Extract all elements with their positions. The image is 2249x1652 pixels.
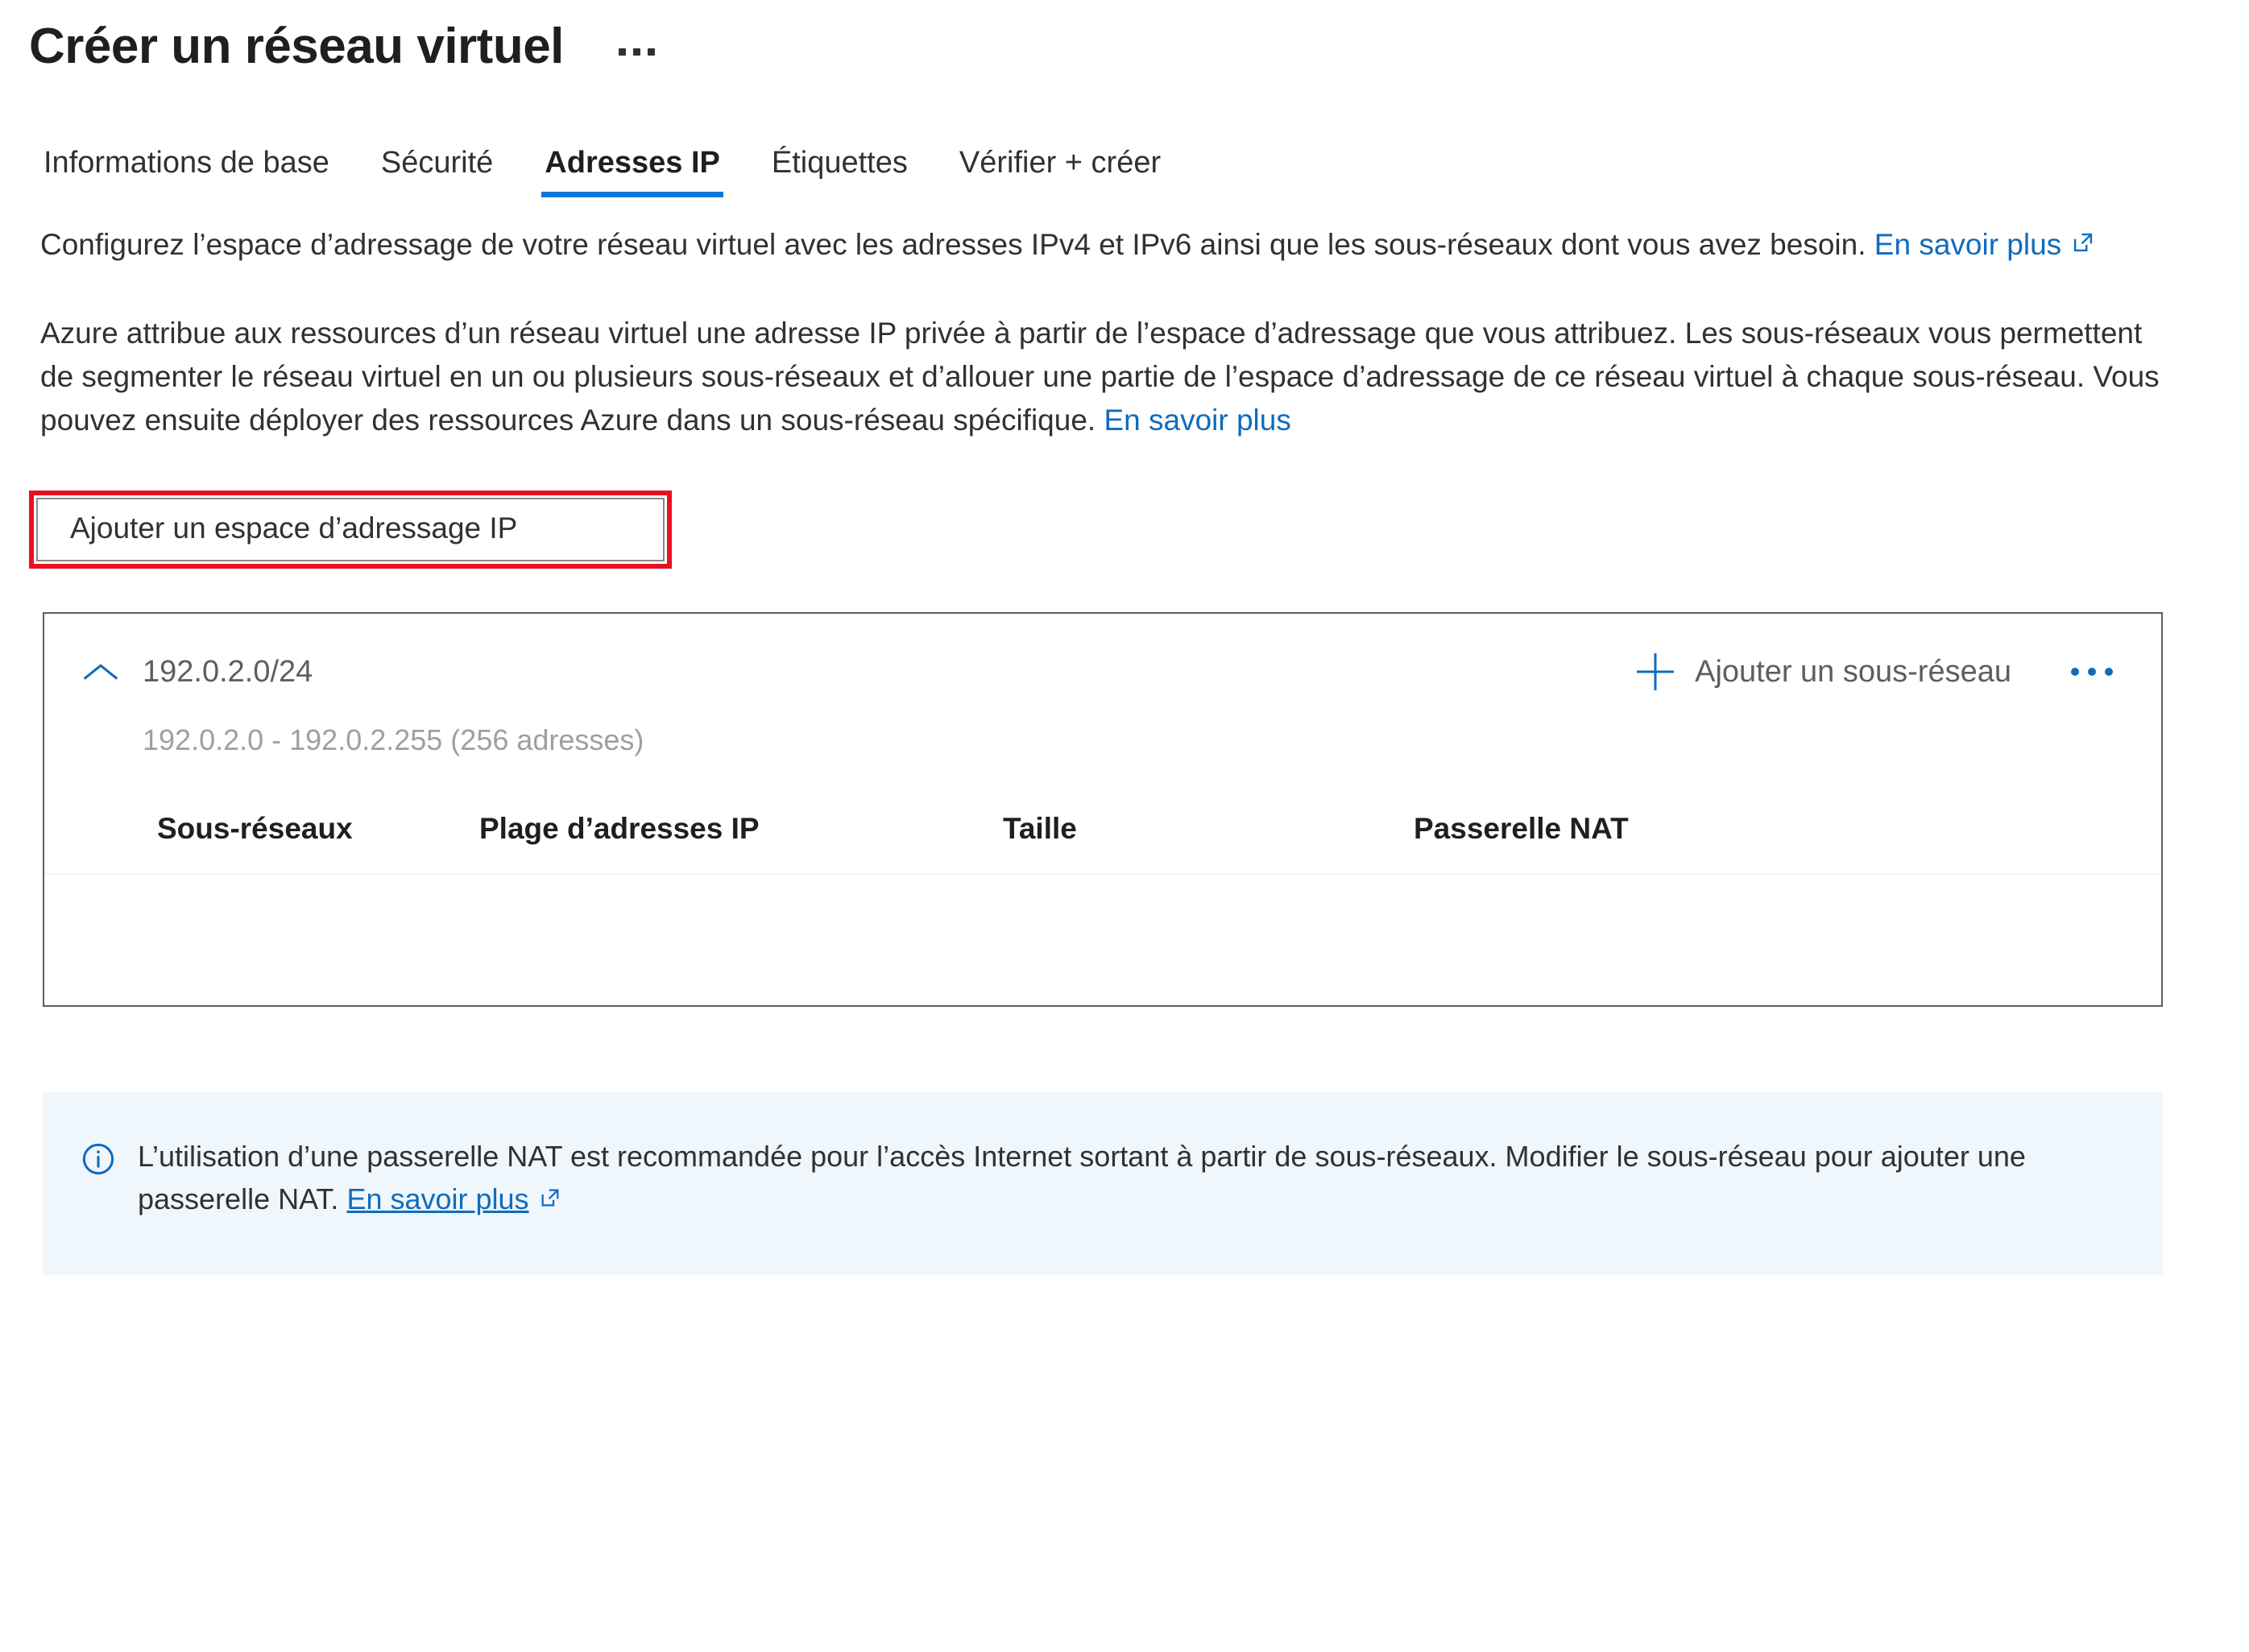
intro-paragraph-1: Configurez l’espace d’adressage de votre… bbox=[40, 223, 2167, 268]
ellipsis-icon[interactable] bbox=[614, 40, 660, 64]
learn-more-link-2[interactable]: En savoir plus bbox=[1104, 404, 1290, 437]
add-address-space-button[interactable]: Ajouter un espace d’adressage IP bbox=[36, 498, 665, 562]
column-header-sous-reseaux[interactable]: Sous-réseaux bbox=[44, 812, 479, 876]
tab-panel-adresses-ip: Configurez l’espace d’adressage de votre… bbox=[0, 223, 2249, 1276]
tab-informations-de-base[interactable]: Informations de base bbox=[18, 147, 355, 197]
address-space-range: 192.0.2.0 - 192.0.2.255 (256 adresses) bbox=[143, 723, 644, 757]
tab-adresses-ip[interactable]: Adresses IP bbox=[519, 147, 746, 198]
add-subnet-button[interactable]: Ajouter un sous-réseau bbox=[1637, 653, 2011, 690]
subnets-table-empty-row bbox=[44, 874, 2161, 1005]
column-header-plage-adresses-ip[interactable]: Plage d’adresses IP bbox=[479, 812, 1003, 876]
chevron-up-icon[interactable] bbox=[78, 649, 123, 694]
ellipsis-dot bbox=[2105, 668, 2113, 677]
ellipsis-dot bbox=[2071, 668, 2079, 677]
subnets-table: Sous-réseaux Plage d’adresses IP Taille … bbox=[44, 812, 2161, 1005]
tab-securite[interactable]: Sécurité bbox=[355, 147, 519, 197]
add-subnet-label: Ajouter un sous-réseau bbox=[1695, 654, 2011, 689]
page-title: Créer un réseau virtuel bbox=[29, 19, 564, 74]
subnets-table-body bbox=[44, 874, 2161, 1005]
external-link-icon bbox=[2069, 225, 2097, 268]
page-header: Créer un réseau virtuel bbox=[0, 0, 2249, 75]
external-link-icon bbox=[537, 1180, 563, 1223]
column-header-taille[interactable]: Taille bbox=[1003, 812, 1414, 876]
intro-paragraph-2-text: Azure attribue aux ressources d’un résea… bbox=[40, 317, 2160, 437]
tab-verifier-creer[interactable]: Vérifier + créer bbox=[934, 147, 1187, 197]
subnets-table-empty-cell bbox=[44, 874, 2161, 1005]
learn-more-link-1[interactable]: En savoir plus bbox=[1874, 228, 2061, 261]
nat-gateway-info-banner: L’utilisation d’une passerelle NAT est r… bbox=[43, 1092, 2163, 1276]
info-circle-icon bbox=[80, 1141, 117, 1182]
nat-gateway-learn-more-link[interactable]: En savoir plus bbox=[346, 1182, 528, 1215]
tab-etiquettes[interactable]: Étiquettes bbox=[746, 147, 934, 197]
plus-icon bbox=[1637, 653, 1674, 690]
ellipsis-dot bbox=[647, 48, 655, 56]
address-space-cidr: 192.0.2.0/24 bbox=[143, 654, 313, 689]
address-space-card: 192.0.2.0/24 Ajouter un sous-réseau 192.… bbox=[43, 612, 2163, 1008]
column-header-spacer bbox=[2056, 812, 2161, 876]
column-header-passerelle-nat[interactable]: Passerelle NAT bbox=[1414, 812, 2056, 876]
ellipsis-dot bbox=[2088, 668, 2096, 677]
nat-gateway-info-text: L’utilisation d’une passerelle NAT est r… bbox=[138, 1136, 2124, 1222]
intro-paragraph-2: Azure attribue aux ressources d’un résea… bbox=[40, 312, 2167, 442]
add-address-space-annotation: Ajouter un espace d’adressage IP bbox=[29, 491, 672, 569]
address-space-context-menu-icon[interactable] bbox=[2065, 656, 2119, 687]
address-space-card-header: 192.0.2.0/24 Ajouter un sous-réseau bbox=[44, 614, 2161, 694]
ellipsis-dot bbox=[618, 48, 626, 56]
ellipsis-dot bbox=[632, 48, 640, 56]
subnets-table-header-row: Sous-réseaux Plage d’adresses IP Taille … bbox=[44, 812, 2161, 876]
intro-paragraph-1-text: Configurez l’espace d’adressage de votre… bbox=[40, 228, 1866, 262]
wizard-tabs: Informations de base Sécurité Adresses I… bbox=[0, 123, 2249, 198]
